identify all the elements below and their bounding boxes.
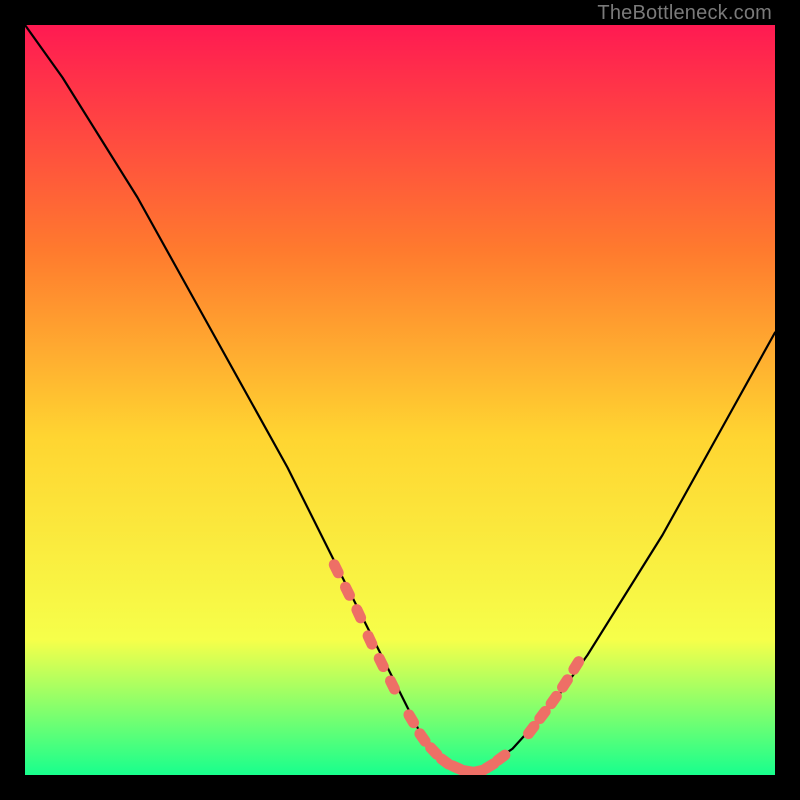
watermark-text: TheBottleneck.com: [597, 2, 772, 25]
chart-frame: [25, 25, 775, 775]
bottleneck-chart: [25, 25, 775, 775]
gradient-background: [25, 25, 775, 775]
